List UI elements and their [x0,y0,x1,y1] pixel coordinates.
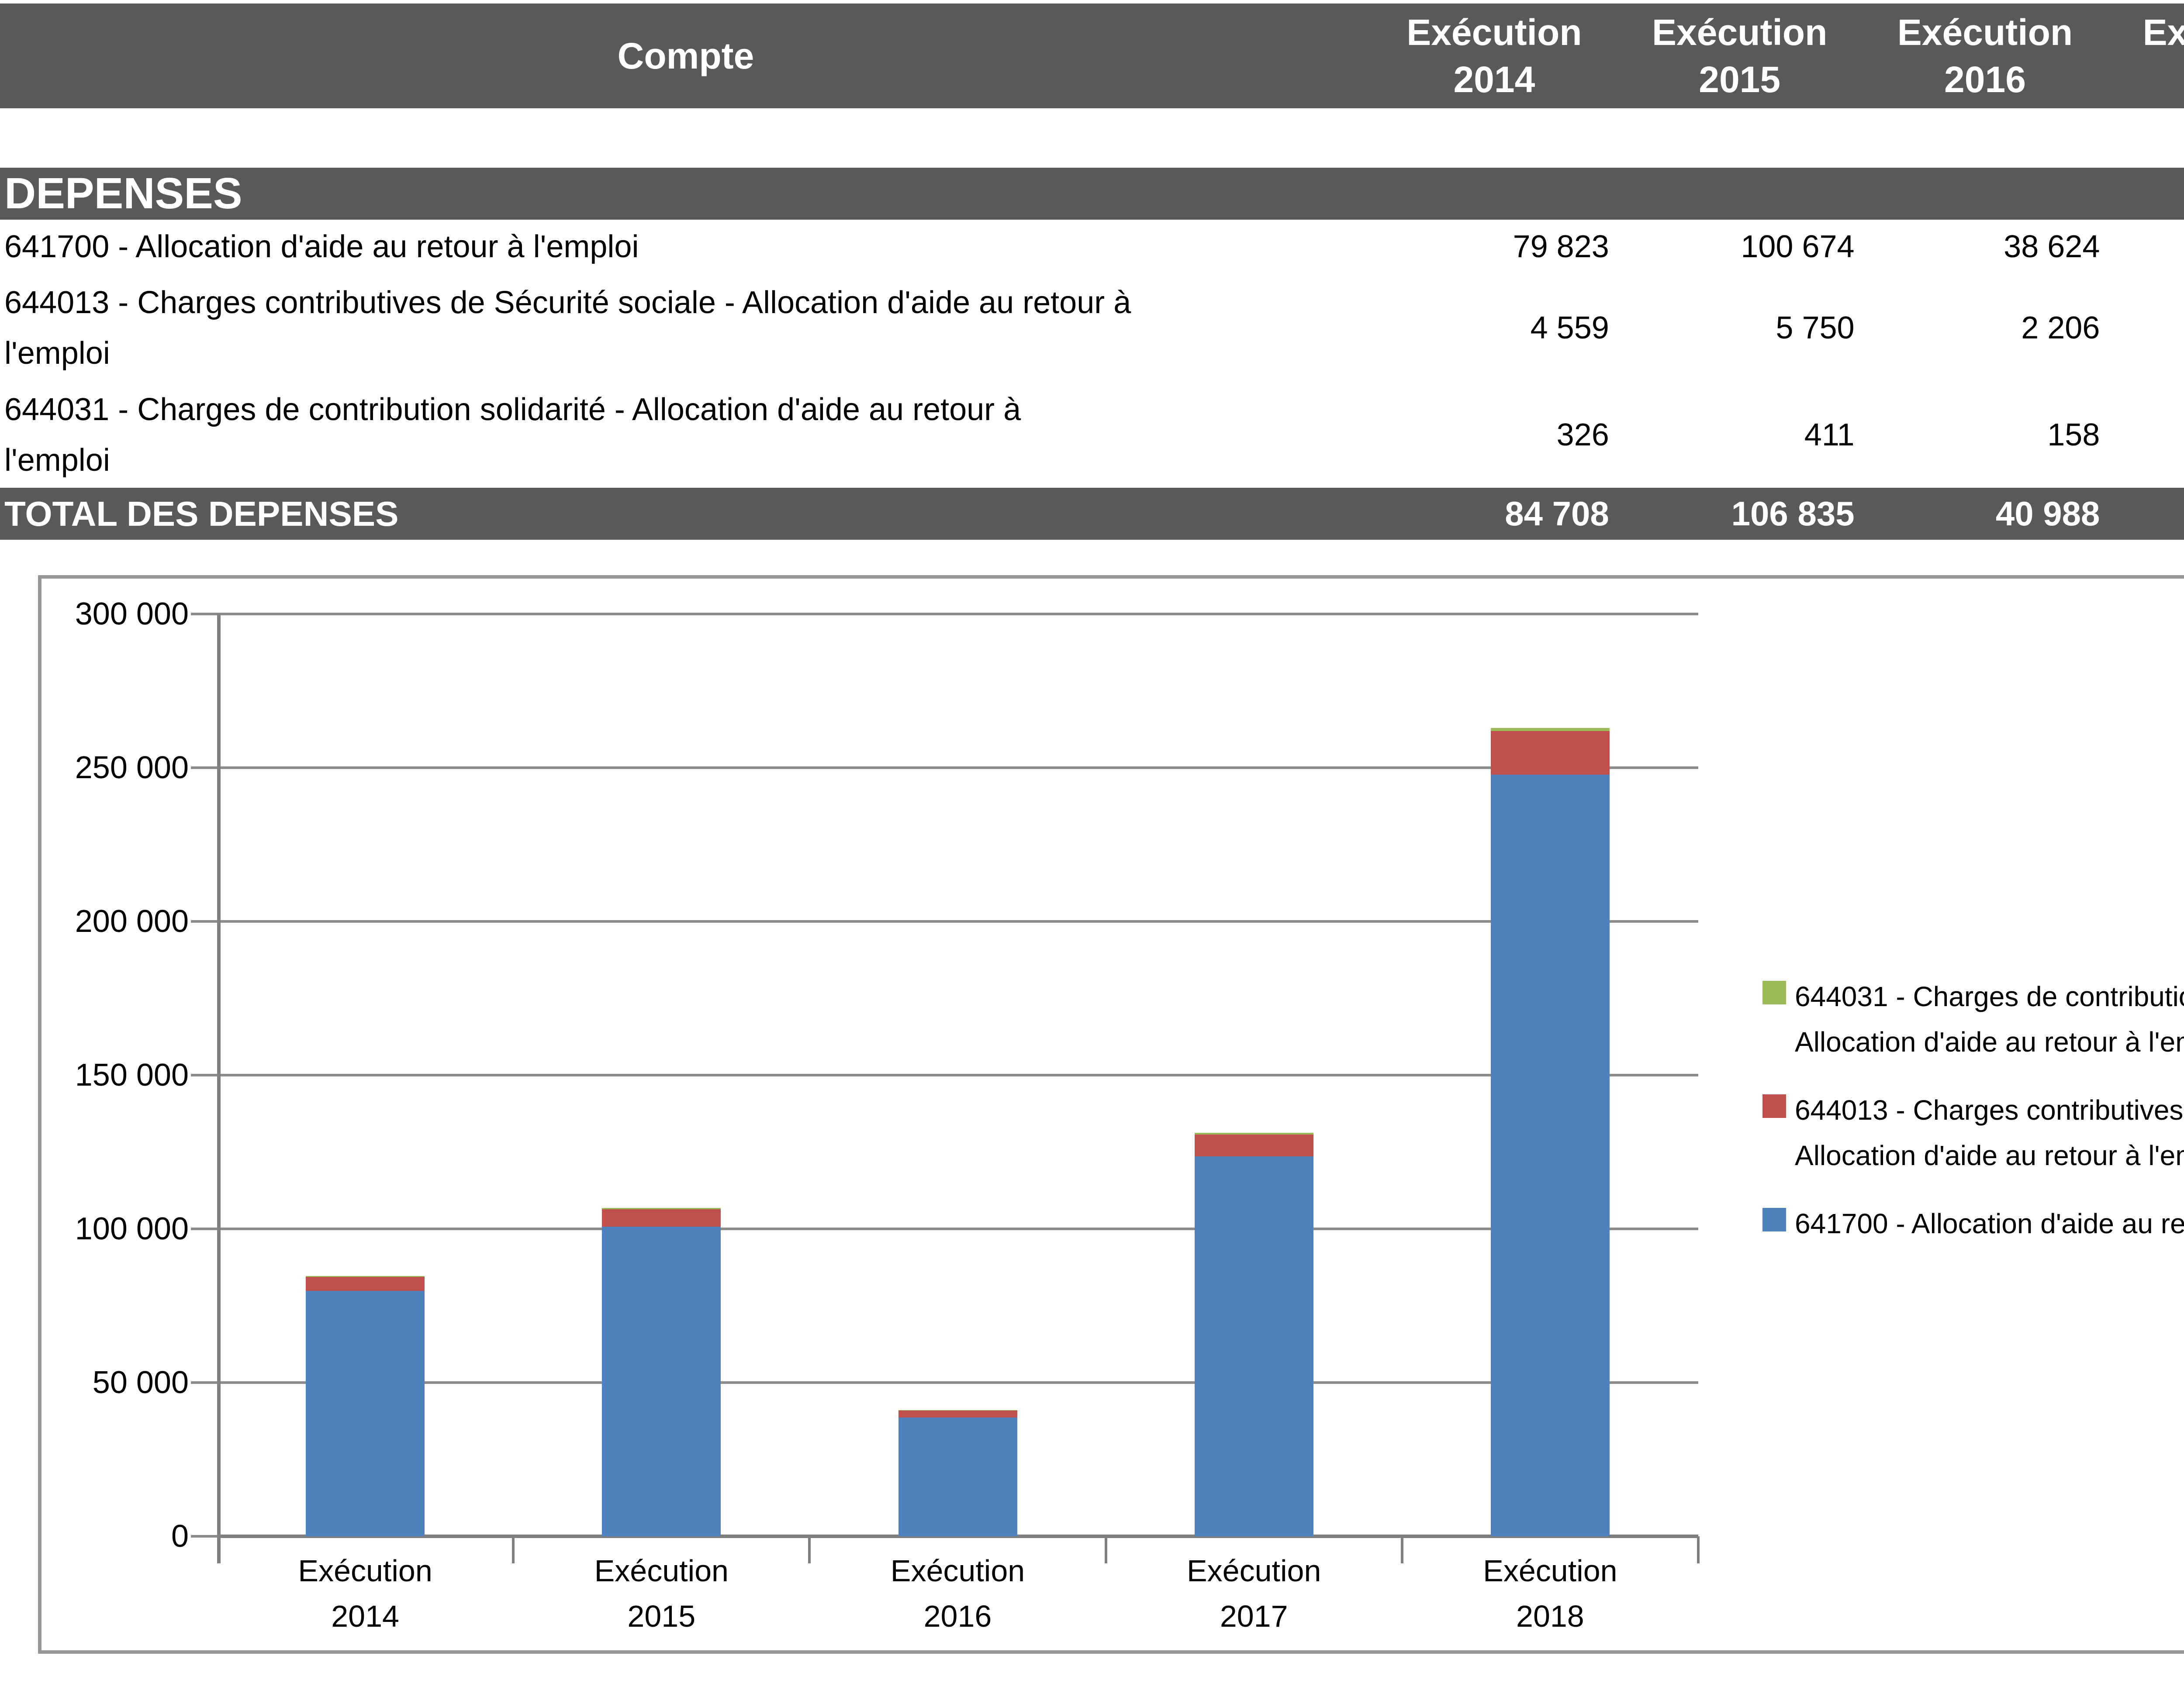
section-header-depenses: DEPENSES [0,168,2184,220]
x-axis-tick-label: Exécution 2014 [234,1548,496,1639]
value-2016: 158 [1863,417,2108,453]
bar-segment-644013-Exécution-2016 [898,1411,1017,1418]
bar-segment-641700-Exécution-2016 [898,1418,1017,1536]
value-2014: 326 [1372,417,1617,453]
y-axis-line [217,614,221,1563]
legend-label: 644031 - Charges de contribution solidar… [1795,974,2184,1065]
y-gridline [217,1228,1698,1230]
bar-segment-641700-Exécution-2015 [602,1227,721,1536]
bar-segment-644013-Exécution-2017 [1195,1135,1313,1156]
x-tick-mark [1697,1536,1700,1563]
y-tick-mark [191,613,217,615]
value-2015: 411 [1617,417,1863,453]
column-header-execution-2015: Exécution 2015 [1617,3,1863,108]
total-2016: 40 988 [1863,494,2108,534]
y-tick-mark [191,1381,217,1384]
y-gridline [217,1381,1698,1384]
value-2017: 123 644 [2108,229,2184,265]
y-axis-tick-label: 0 [58,1514,189,1559]
bar-segment-644031-Exécution-2014 [306,1276,425,1277]
bar-segment-641700-Exécution-2017 [1195,1156,1313,1536]
total-2014: 84 708 [1372,494,1617,534]
y-tick-mark [191,1228,217,1230]
table-row-644013: 644013 - Charges contributives de Sécuri… [0,273,2184,382]
x-axis-tick-label: Exécution 2015 [530,1548,792,1639]
y-gridline [217,613,1698,615]
table-row-644031: 644031 - Charges de contribution solidar… [0,382,2184,488]
y-axis-tick-label: 100 000 [58,1206,189,1252]
bar-segment-644013-Exécution-2014 [306,1277,425,1291]
value-2014: 4 559 [1372,310,1617,346]
bar-segment-644031-Exécution-2018 [1491,728,1610,731]
y-axis-tick-label: 150 000 [58,1052,189,1098]
value-2017: 7 063 [2108,310,2184,346]
column-header-execution-2016: Exécution 2016 [1863,3,2108,108]
table-spacer [0,108,2184,168]
x-axis-tick-label: Exécution 2016 [827,1548,1089,1639]
bar-segment-641700-Exécution-2014 [306,1291,425,1536]
value-2015: 100 674 [1617,229,1863,265]
y-gridline [217,1074,1698,1076]
legend-entry: 644031 - Charges de contribution solidar… [1762,974,2184,1065]
y-axis-tick-label: 50 000 [58,1360,189,1405]
value-2016: 2 206 [1863,310,2108,346]
stacked-bar-chart: 644031 - Charges de contribution solidar… [38,575,2184,1654]
y-tick-mark [191,1074,217,1076]
value-2015: 5 750 [1617,310,1863,346]
x-tick-mark [808,1536,811,1563]
total-2015: 106 835 [1617,494,1863,534]
y-tick-mark [191,1535,217,1538]
bar-segment-644031-Exécution-2015 [602,1208,721,1209]
legend-swatch-icon [1762,981,1786,1004]
table-header-row: Compte Exécution 2014 Exécution 2015 Exé… [0,3,2184,108]
x-axis-tick-label: Exécution 2018 [1419,1548,1681,1639]
legend-label: 641700 - Allocation d'aide au retour à l… [1795,1201,2184,1246]
column-header-execution-2017: Exécution 2017 [2108,3,2184,108]
report-page: Compte Exécution 2014 Exécution 2015 Exé… [0,0,2184,1697]
table-row-total: TOTAL DES DEPENSES 84 708 106 835 40 988… [0,488,2184,540]
total-2017: 131 211 [2108,494,2184,534]
value-2017: 504 [2108,417,2184,453]
y-axis-tick-label: 300 000 [58,591,189,637]
y-tick-mark [191,920,217,923]
account-label: 644013 - Charges contributives de Sécuri… [0,277,1372,379]
column-header-execution-2014: Exécution 2014 [1372,3,1617,108]
column-header-compte: Compte [0,3,1372,108]
legend-swatch-icon [1762,1094,1786,1118]
budget-table: Compte Exécution 2014 Exécution 2015 Exé… [0,0,2184,540]
account-label: 641700 - Allocation d'aide au retour à l… [0,221,1372,272]
x-axis-tick-label: Exécution 2017 [1123,1548,1385,1639]
y-gridline [217,766,1698,769]
value-2014: 79 823 [1372,229,1617,265]
legend-swatch-icon [1762,1208,1786,1231]
x-tick-mark [512,1536,515,1563]
x-tick-mark [1401,1536,1403,1563]
total-label: TOTAL DES DEPENSES [0,494,1372,534]
bar-segment-644013-Exécution-2018 [1491,731,1610,775]
legend-label: 644013 - Charges contributives de Sécuri… [1795,1087,2184,1178]
y-axis-tick-label: 200 000 [58,899,189,944]
y-tick-mark [191,766,217,769]
bar-segment-644031-Exécution-2016 [898,1410,1017,1411]
chart-legend: 644031 - Charges de contribution solidar… [1762,974,2184,1269]
legend-entry: 644013 - Charges contributives de Sécuri… [1762,1087,2184,1178]
y-gridline [217,920,1698,923]
table-row-641700: 641700 - Allocation d'aide au retour à l… [0,220,2184,273]
y-axis-tick-label: 250 000 [58,745,189,790]
bar-segment-644031-Exécution-2017 [1195,1133,1313,1135]
x-tick-mark [1105,1536,1107,1563]
legend-entry: 641700 - Allocation d'aide au retour à l… [1762,1201,2184,1246]
bar-segment-644013-Exécution-2015 [602,1209,721,1227]
value-2016: 38 624 [1863,229,2108,265]
account-label: 644031 - Charges de contribution solidar… [0,384,1372,486]
bar-segment-641700-Exécution-2018 [1491,775,1610,1536]
